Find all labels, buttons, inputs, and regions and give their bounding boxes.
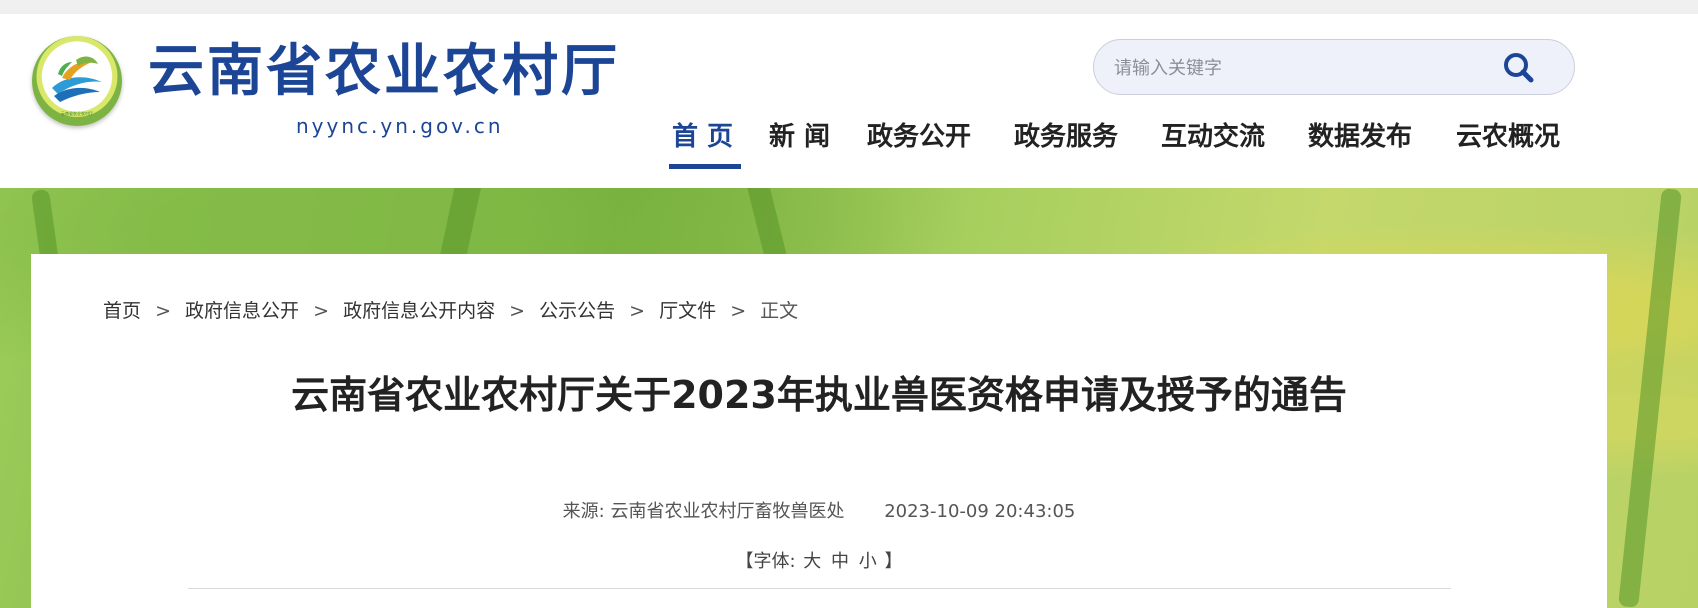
breadcrumb-home[interactable]: 首页 xyxy=(103,300,141,322)
nav-active-indicator xyxy=(669,164,741,169)
breadcrumb-separator: > xyxy=(509,300,526,322)
breadcrumb: 首页 > 政府信息公开 > 政府信息公开内容 > 公示公告 > 厅文件 > 正文 xyxy=(103,296,798,323)
article-title: 云南省农业农村厅关于2023年执业兽医资格申请及授予的通告 xyxy=(291,373,1347,417)
breadcrumb-current: 正文 xyxy=(760,300,799,322)
font-size-selector: 【字体: 大 中 小 】 xyxy=(0,547,1638,573)
search-box xyxy=(1093,39,1575,95)
nav-item-home[interactable]: 首 页 xyxy=(672,116,733,153)
font-size-label-close: 】 xyxy=(884,551,903,572)
publish-datetime: 2023-10-09 20:43:05 xyxy=(884,501,1076,522)
nav-item-news[interactable]: 新 闻 xyxy=(769,116,830,153)
top-strip xyxy=(0,0,1698,14)
main-nav: 首 页 新 闻 政务公开 政务服务 互动交流 数据发布 云农概况 xyxy=(0,106,1698,168)
breadcrumb-announcements[interactable]: 公示公告 xyxy=(539,300,615,322)
source-value: 云南省农业农村厅畜牧兽医处 xyxy=(610,501,845,522)
source-label: 来源: xyxy=(562,501,605,522)
site-title[interactable]: 云南省农业农村厅 xyxy=(148,44,620,100)
search-input[interactable] xyxy=(1114,50,1494,86)
breadcrumb-separator: > xyxy=(313,300,330,322)
font-size-large-button[interactable]: 大 xyxy=(803,551,821,572)
font-size-medium-button[interactable]: 中 xyxy=(831,551,849,572)
nav-item-overview[interactable]: 云农概况 xyxy=(1456,116,1560,153)
breadcrumb-separator: > xyxy=(629,300,646,322)
content-divider xyxy=(188,588,1451,589)
nav-item-government-affairs[interactable]: 政务公开 xyxy=(867,116,971,153)
nav-item-interaction[interactable]: 互动交流 xyxy=(1161,116,1265,153)
nav-item-government-services[interactable]: 政务服务 xyxy=(1014,116,1118,153)
search-icon xyxy=(1504,53,1534,83)
breadcrumb-gov-info[interactable]: 政府信息公开 xyxy=(185,300,299,322)
article-meta: 来源: 云南省农业农村厅畜牧兽医处 2023-10-09 20:43:05 xyxy=(0,497,1638,523)
breadcrumb-separator: > xyxy=(155,300,171,322)
search-button[interactable] xyxy=(1499,48,1539,88)
nav-item-data-release[interactable]: 数据发布 xyxy=(1308,116,1412,153)
breadcrumb-separator: > xyxy=(730,300,747,322)
breadcrumb-gov-info-content[interactable]: 政府信息公开内容 xyxy=(343,300,495,322)
breadcrumb-dept-documents[interactable]: 厅文件 xyxy=(659,300,716,322)
font-size-label-open: 【字体: xyxy=(735,551,796,572)
font-size-small-button[interactable]: 小 xyxy=(859,551,877,572)
